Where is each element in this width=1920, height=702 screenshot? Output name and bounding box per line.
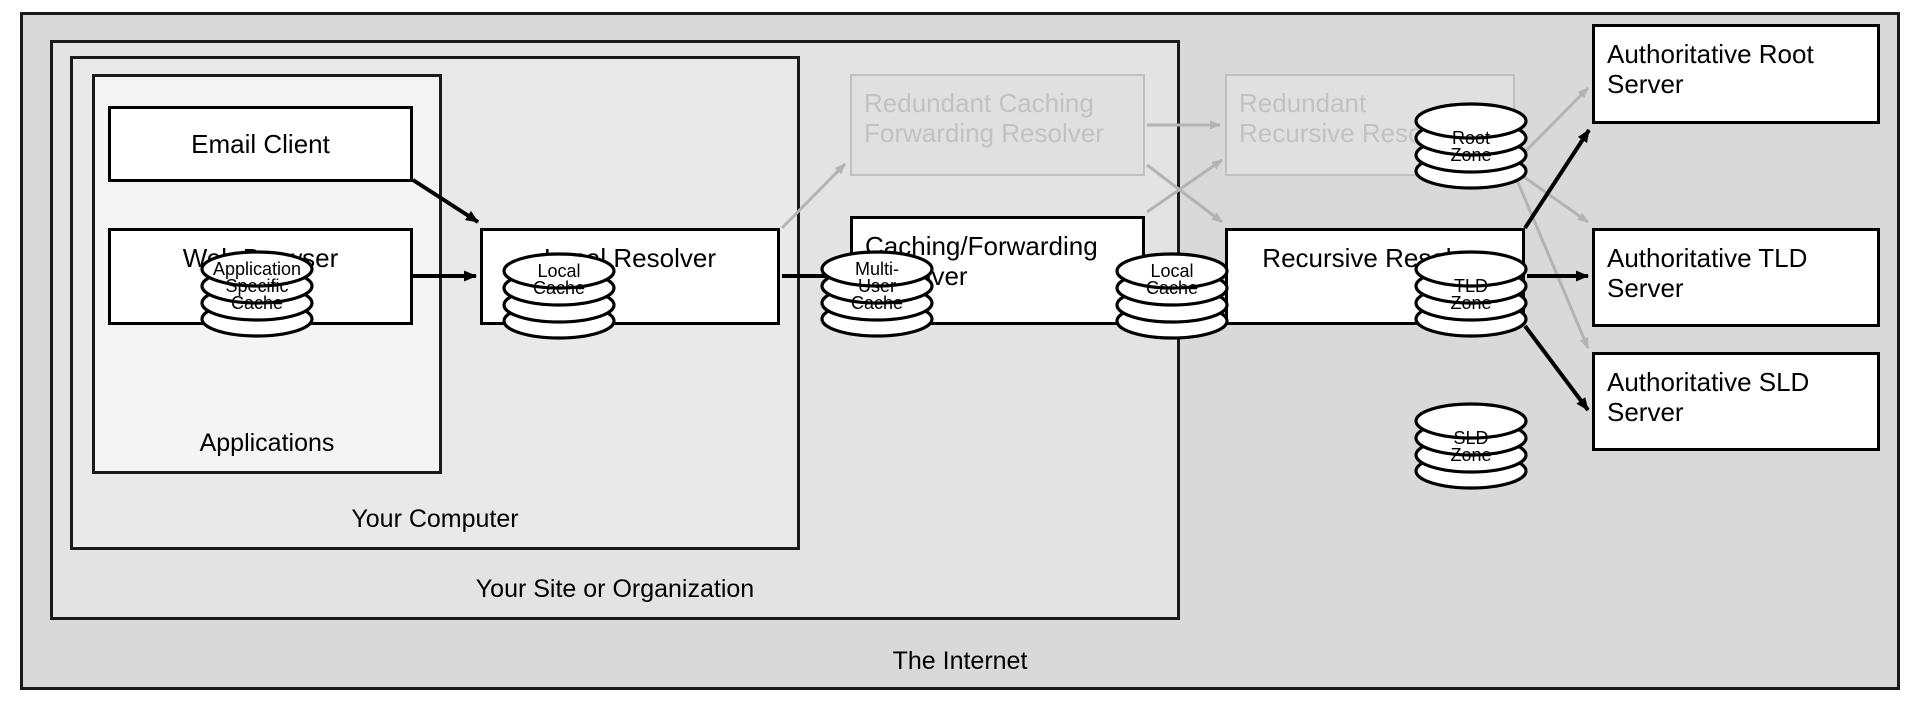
node-redundant-recursive-resolver[interactable]: Redundant Recursive Resolver [1225,74,1515,176]
node-label-caching-forwarding-line2: Resolver [865,261,968,292]
container-label-the-internet: The Internet [892,646,1028,675]
container-label-applications: Applications [199,428,335,457]
node-label-auth-sld-line1: Authoritative SLD [1607,367,1810,397]
node-label-auth-tld-line1: Authoritative TLD [1607,243,1808,273]
node-redundant-caching-forwarding-resolver[interactable]: Redundant Caching Forwarding Resolver [850,74,1145,176]
node-local-resolver[interactable]: Local Resolver [480,228,780,325]
node-label-auth-root-line2: Server [1607,69,1684,100]
node-label-web-browser: Web Browser [182,243,339,273]
node-authoritative-sld-server[interactable]: Authoritative SLD Server [1592,352,1880,451]
node-label-redundant-caching-line2: Forwarding Resolver [864,118,1104,149]
node-caching-forwarding-resolver[interactable]: Caching/Forwarding Resolver [850,216,1145,325]
node-recursive-resolver[interactable]: Recursive Resolver [1225,228,1525,325]
node-label-email-client: Email Client [191,128,330,159]
node-label-auth-root-line1: Authoritative Root [1607,39,1814,69]
node-label-caching-forwarding-line1: Caching/Forwarding [865,231,1098,261]
node-email-client[interactable]: Email Client [108,106,413,182]
node-label-redundant-caching-line1: Redundant Caching [864,88,1094,118]
node-authoritative-root-server[interactable]: Authoritative Root Server [1592,24,1880,124]
node-label-redundant-recursive-line1: Redundant [1239,88,1367,118]
node-label-auth-sld-line2: Server [1607,397,1684,428]
node-authoritative-tld-server[interactable]: Authoritative TLD Server [1592,228,1880,327]
container-label-your-site-or-organization: Your Site or Organization [475,574,755,603]
node-web-browser[interactable]: Web Browser [108,228,413,325]
node-label-local-resolver: Local Resolver [544,243,716,273]
dns-architecture-diagram: The Internet Your Site or Organization Y… [0,0,1920,702]
container-label-your-computer: Your Computer [351,504,519,533]
node-label-redundant-recursive-line2: Recursive Resolver [1239,118,1465,149]
node-label-recursive-resolver: Recursive Resolver [1262,243,1488,273]
node-label-auth-tld-line2: Server [1607,273,1684,304]
